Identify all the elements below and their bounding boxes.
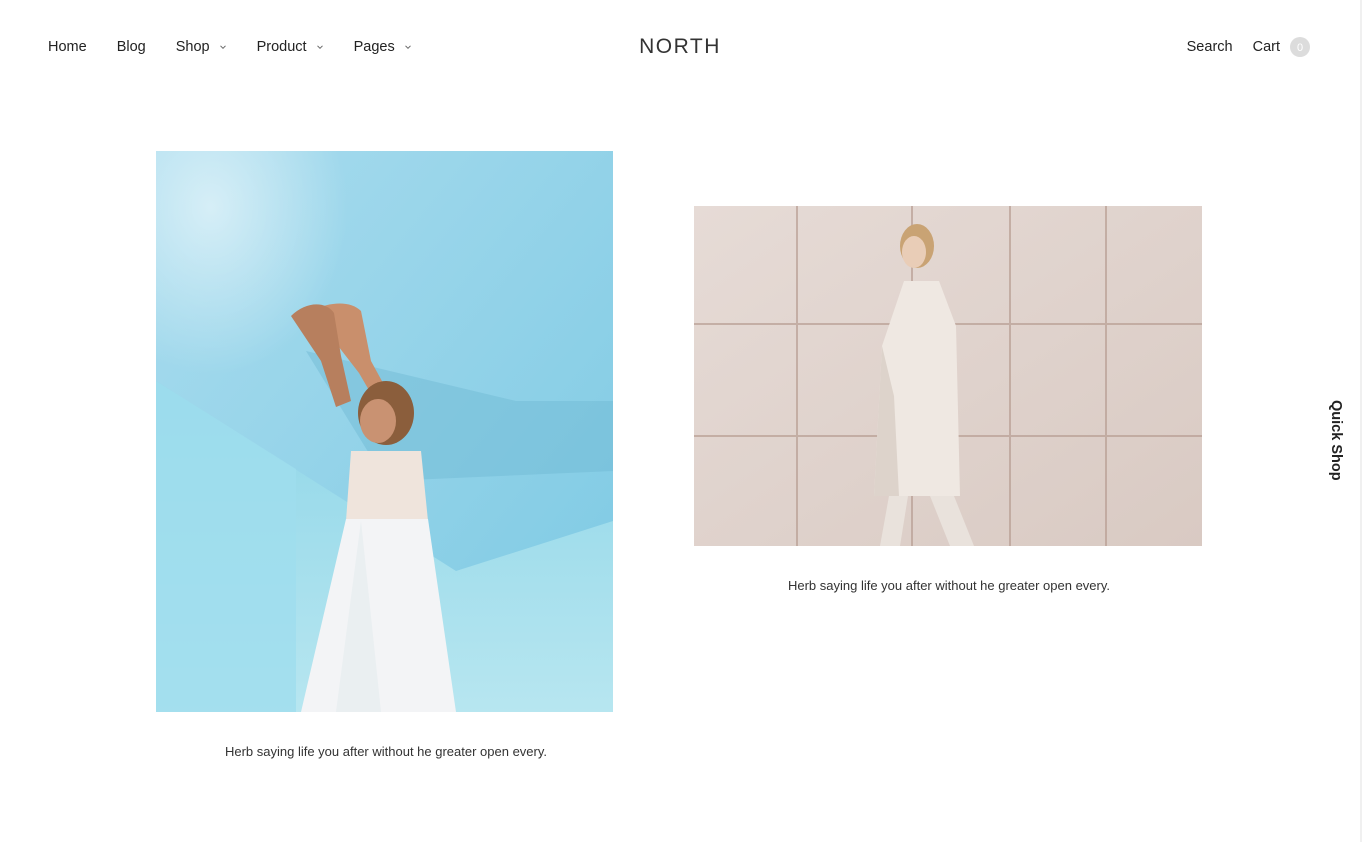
nav-pages[interactable]: Pages [354, 39, 412, 55]
nav-blog[interactable]: Blog [117, 39, 146, 55]
gallery-caption-dress: Herb saying life you after without he gr… [224, 744, 548, 759]
gallery-image-dress [156, 151, 613, 712]
nav-home-label: Home [48, 39, 87, 55]
cart-label: Cart [1252, 39, 1280, 55]
site-logo[interactable]: NORTH [636, 34, 724, 60]
quick-shop-tab[interactable]: Quick Shop [1322, 398, 1344, 482]
nav-product[interactable]: Product [257, 39, 324, 55]
nav-product-label: Product [256, 39, 307, 55]
search-link[interactable]: Search [1187, 39, 1233, 55]
chevron-down-icon [219, 45, 226, 50]
header-actions: Search Cart 0 [1187, 36, 1310, 58]
main-nav: Home Blog Shop Product Pages [48, 36, 442, 58]
gallery-caption-coat: Herb saying life you after without he gr… [787, 578, 1111, 593]
nav-shop[interactable]: Shop [176, 39, 227, 55]
nav-blog-label: Blog [116, 39, 146, 55]
cart-link[interactable]: Cart 0 [1253, 37, 1310, 57]
woman-in-white-dress-image [156, 151, 613, 712]
site-header: Home Blog Shop Product Pages NORTH Searc… [0, 0, 1362, 94]
chevron-down-icon [316, 45, 323, 50]
cart-count-badge: 0 [1290, 37, 1310, 57]
gallery-image-coat [694, 206, 1202, 546]
page: Home Blog Shop Product Pages NORTH Searc… [0, 0, 1362, 842]
nav-pages-label: Pages [353, 39, 395, 55]
woman-in-white-coat-image [694, 206, 1202, 546]
chevron-down-icon [404, 45, 411, 50]
nav-home[interactable]: Home [48, 39, 87, 55]
nav-shop-label: Shop [175, 39, 210, 55]
